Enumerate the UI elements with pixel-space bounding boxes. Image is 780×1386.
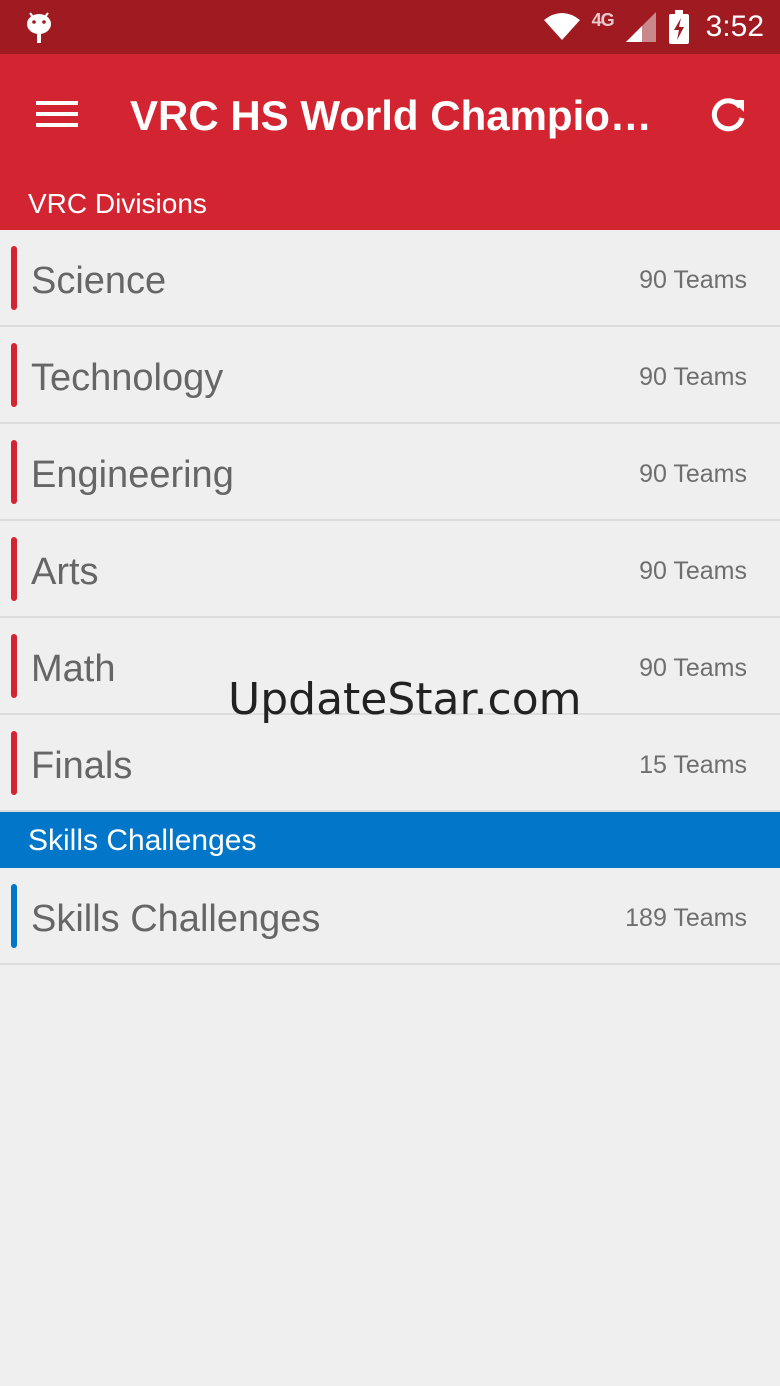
division-name: Technology: [31, 357, 224, 399]
team-count: 90 Teams: [639, 654, 747, 682]
status-bar: 4G 3:52: [0, 0, 780, 54]
division-name: Finals: [31, 745, 133, 787]
wifi-icon: [543, 13, 580, 40]
division-name: Math: [31, 648, 116, 690]
row-accent: [11, 537, 17, 601]
watermark: UpdateStar.com: [228, 674, 582, 725]
row-accent: [11, 343, 17, 407]
team-count: 90 Teams: [639, 557, 747, 585]
battery-charging-icon: [668, 10, 689, 44]
signal-icon: [625, 12, 656, 42]
list-item-skills-challenges[interactable]: Skills Challenges 189 Teams: [0, 868, 780, 965]
team-count: 90 Teams: [639, 460, 747, 488]
network-type-label: 4G: [591, 9, 615, 30]
skills-list: Skills Challenges 189 Teams: [0, 868, 780, 965]
row-accent: [11, 884, 17, 948]
team-count: 90 Teams: [639, 363, 747, 391]
team-count: 189 Teams: [625, 904, 747, 932]
section-header-skills: Skills Challenges: [0, 812, 780, 868]
row-accent: [11, 731, 17, 795]
list-item-engineering[interactable]: Engineering 90 Teams: [0, 424, 780, 521]
row-accent: [11, 634, 17, 698]
section-header-skills-label: Skills Challenges: [28, 824, 257, 857]
app-title: VRC HS World Champions…: [130, 92, 670, 139]
team-count: 90 Teams: [639, 266, 747, 294]
app-bar: VRC HS World Champions… VRC Divisions: [0, 54, 780, 230]
list-item-science[interactable]: Science 90 Teams: [0, 230, 780, 327]
section-header-divisions: VRC Divisions: [28, 188, 207, 219]
team-count: 15 Teams: [639, 751, 747, 779]
row-accent: [11, 246, 17, 310]
refresh-icon[interactable]: [706, 94, 750, 138]
status-time: 3:52: [705, 10, 764, 43]
hamburger-menu-icon[interactable]: [36, 94, 84, 138]
list-item-finals[interactable]: Finals 15 Teams: [0, 715, 780, 812]
android-debug-icon: [27, 12, 51, 43]
division-name: Engineering: [31, 454, 234, 496]
list-item-technology[interactable]: Technology 90 Teams: [0, 327, 780, 424]
skills-name: Skills Challenges: [31, 898, 321, 940]
division-name: Arts: [31, 551, 99, 593]
list-item-arts[interactable]: Arts 90 Teams: [0, 521, 780, 618]
division-name: Science: [31, 260, 167, 302]
row-accent: [11, 440, 17, 504]
